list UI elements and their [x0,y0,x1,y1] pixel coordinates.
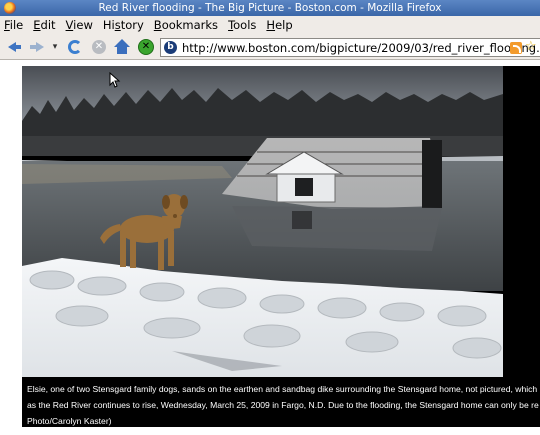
url-input[interactable]: http://www.boston.com/bigpicture/2009/03… [182,40,540,56]
stop-icon[interactable]: ✕ [90,38,108,56]
navigation-toolbar: ▾ ✕ ✕ b http://www.boston.com/bigpicture… [0,34,540,60]
page-content: Elsie, one of two Stensgard family dogs,… [0,61,540,435]
caption-line: Elsie, one of two Stensgard family dogs,… [27,384,538,394]
photo-frame: Elsie, one of two Stensgard family dogs,… [22,66,540,427]
home-icon[interactable] [113,38,131,56]
rss-feed-icon[interactable] [510,42,522,54]
firefox-icon[interactable] [4,2,16,14]
menu-file[interactable]: File [4,18,23,32]
caption-line: Photo/Carolyn Kaster) [27,416,112,426]
menu-bookmarks[interactable]: Bookmarks [154,18,218,32]
bookmark-star-icon[interactable]: ☆ [525,39,537,55]
menu-history[interactable]: History [103,18,144,32]
menu-edit[interactable]: Edit [33,18,55,32]
flood-photo [22,66,503,377]
site-favicon-icon: b [164,41,177,54]
back-icon[interactable] [6,38,24,56]
menu-tools[interactable]: Tools [228,18,256,32]
photo-caption: Elsie, one of two Stensgard family dogs,… [27,381,540,429]
menu-help[interactable]: Help [266,18,292,32]
addon-icon[interactable]: ✕ [137,38,155,56]
reload-icon[interactable] [66,38,84,56]
window-title-bar: Red River flooding - The Big Picture - B… [0,0,540,16]
menu-bar: File Edit View History Bookmarks Tools H… [0,16,540,34]
history-dropdown-icon[interactable]: ▾ [50,38,60,56]
menu-view[interactable]: View [66,18,93,32]
mouse-pointer-icon [109,72,121,88]
address-bar[interactable]: b http://www.boston.com/bigpicture/2009/… [160,38,540,57]
window-title: Red River flooding - The Big Picture - B… [98,2,442,14]
forward-icon[interactable] [28,38,46,56]
caption-line: as the Red River continues to rise, Wedn… [27,400,539,410]
